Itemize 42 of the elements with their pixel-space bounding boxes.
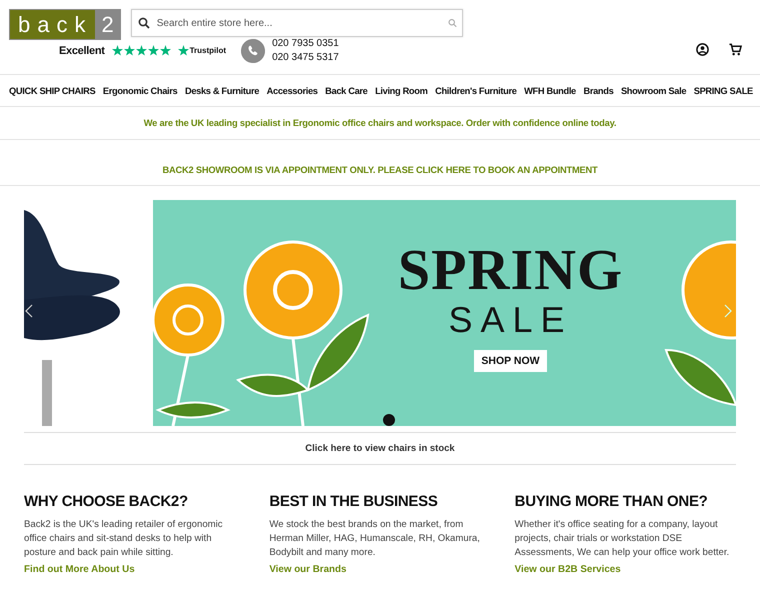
section-heading: BEST IN THE BUSINESS xyxy=(269,493,438,510)
section-link[interactable]: Find out More About Us xyxy=(24,564,135,575)
section-text: Back2 is the UK's leading retailer of ergonomic office chairs and sit-stand desks to help with posture and back pain while sitting. xyxy=(24,518,224,560)
nav-link[interactable]: Showroom Sale xyxy=(620,86,686,96)
appointment-link[interactable]: BACK2 SHOWROOM IS VIA APPOINTMENT ONLY. PLEASE CLICK HERE TO BOOK AN APPOINTMENT xyxy=(162,165,598,175)
star-icon xyxy=(136,45,147,56)
section-heading: BUYING MORE THAN ONE? xyxy=(514,493,708,510)
star-icon xyxy=(112,45,123,56)
nav-link[interactable]: QUICK SHIP CHAIRS xyxy=(9,86,96,96)
nav-link[interactable]: Desks & Furniture xyxy=(184,86,260,96)
phone-number[interactable]: 020 7935 0351 xyxy=(272,38,339,49)
slide-dot[interactable] xyxy=(383,414,395,426)
search-field[interactable]: Search entire store here... xyxy=(130,9,463,37)
phone-icon xyxy=(241,38,266,62)
section-text: Whether it's office seating for a company, layout projects, chair trials or workstation DSE Assessments, We can help your office work better. xyxy=(514,518,730,560)
phone-number[interactable]: 020 3475 5317 xyxy=(272,52,339,63)
banner-subtitle: SALE xyxy=(448,300,573,340)
nav-link[interactable]: Living Room xyxy=(375,86,428,96)
stock-link[interactable]: Click here to view chairs in stock xyxy=(305,443,455,454)
notice-text: We are the UK leading specialist in Ergonomic office chairs and workspace. Order with confidence online today. xyxy=(144,118,616,128)
nav-link[interactable]: SPRING SALE xyxy=(694,86,753,96)
nav-link[interactable]: Back Care xyxy=(325,86,368,96)
rating-label: Excellent xyxy=(59,44,105,56)
account-icon[interactable] xyxy=(696,43,709,56)
trustpilot-logo[interactable]: Trustpilot xyxy=(178,45,226,56)
nav-link[interactable]: Ergonomic Chairs xyxy=(102,86,178,96)
spring-sale-banner[interactable]: SPRING SALE SHOP NOW xyxy=(153,200,736,426)
nav-link[interactable]: WFH Bundle xyxy=(524,86,576,96)
section-heading: WHY CHOOSE BACK2? xyxy=(24,493,188,510)
banner-title: SPRING xyxy=(398,240,624,300)
star-icon xyxy=(124,45,135,56)
nav-link[interactable]: Accessories xyxy=(266,86,318,96)
back2-logo[interactable]: back 2 xyxy=(9,9,121,40)
cart-icon[interactable] xyxy=(729,43,742,56)
star-icon xyxy=(160,45,171,56)
shop-now-button[interactable]: SHOP NOW xyxy=(474,350,547,372)
section-text: We stock the best brands on the market, from Herman Miller, HAG, Humanscale, RH, Okamura, Bodybilt and many more. xyxy=(269,518,481,560)
section-link[interactable]: View our B2B Services xyxy=(514,564,621,575)
section-link[interactable]: View our Brands xyxy=(269,564,346,575)
star-icon xyxy=(148,45,159,56)
nav-link[interactable]: Children's Furniture xyxy=(435,86,517,96)
nav-link[interactable]: Brands xyxy=(583,86,614,96)
